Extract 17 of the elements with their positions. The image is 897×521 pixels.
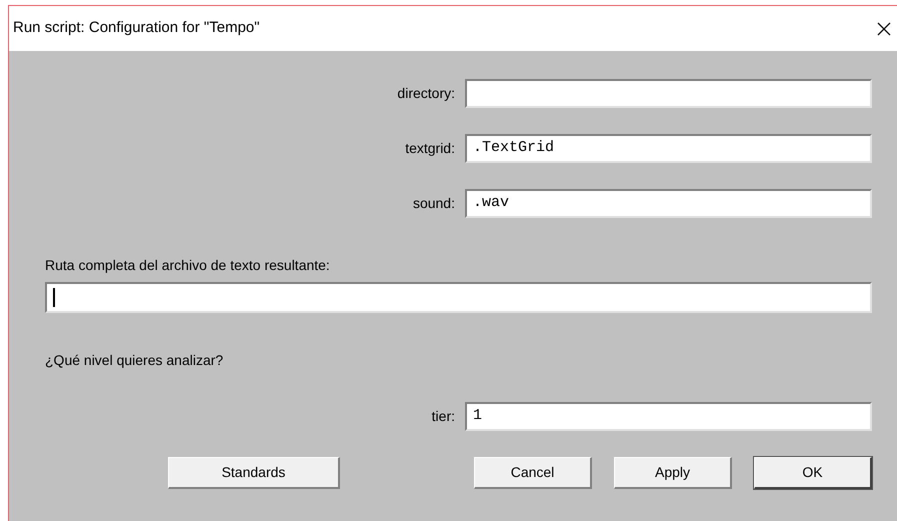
dialog-button[interactable]: OK: [754, 457, 872, 489]
field-label: directory:: [397, 84, 455, 103]
input-field[interactable]: [465, 79, 872, 108]
close-icon[interactable]: [877, 22, 891, 36]
input-field[interactable]: .TextGrid: [465, 134, 872, 163]
dialog-button[interactable]: Standards: [168, 457, 340, 489]
section-label: Ruta completa del archivo de texto resultante:: [45, 256, 330, 275]
field-label: textgrid:: [405, 139, 455, 158]
dialog-button[interactable]: Apply: [614, 457, 732, 489]
input-field[interactable]: 1: [465, 402, 872, 431]
input-field[interactable]: [45, 282, 872, 313]
window-title: Run script: Configuration for "Tempo": [13, 18, 260, 38]
input-field[interactable]: .wav: [465, 189, 872, 218]
field-label: tier:: [432, 407, 455, 426]
field-label: sound:: [412, 194, 455, 213]
section-label: ¿Qué nivel quieres analizar?: [45, 351, 224, 370]
dialog-button[interactable]: Cancel: [474, 457, 592, 489]
